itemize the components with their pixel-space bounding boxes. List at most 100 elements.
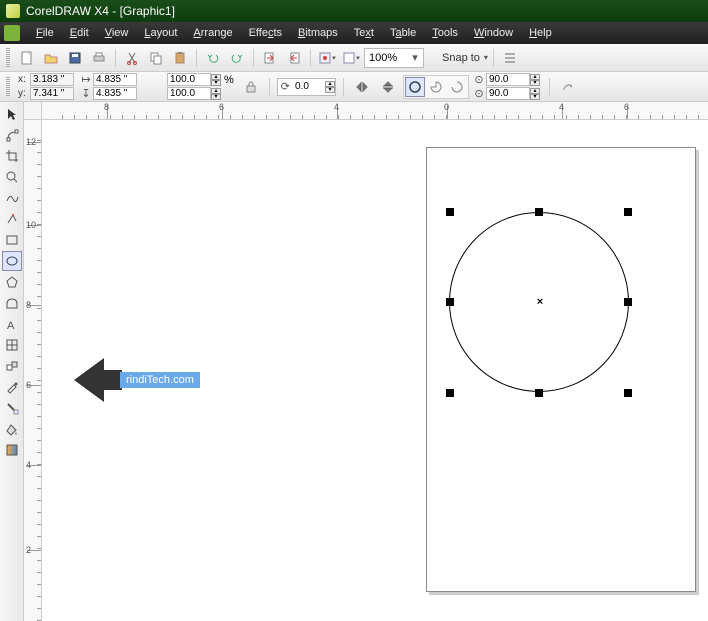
toolbar-grip[interactable] <box>6 48 10 68</box>
snap-label: Snap to <box>442 52 480 64</box>
ruler-v-label: 6 <box>26 380 31 390</box>
x-value[interactable]: 3.183 " <box>30 73 74 86</box>
ruler-v-label: 4 <box>26 460 31 470</box>
propbar-grip[interactable] <box>6 77 10 97</box>
x-label: x: <box>18 74 30 85</box>
zoom-dropdown-icon[interactable]: ▾ <box>409 51 421 64</box>
position-group: x:3.183 " y:7.341 " <box>18 73 74 101</box>
tool-interactive[interactable] <box>2 356 22 376</box>
y-value[interactable]: 7.341 " <box>30 87 74 100</box>
angle1-spinner[interactable]: ▴▾ <box>530 74 540 86</box>
handle-se[interactable] <box>624 389 632 397</box>
lock-ratio-button[interactable] <box>240 76 262 98</box>
tool-polygon[interactable] <box>2 272 22 292</box>
tool-eyedropper[interactable] <box>2 377 22 397</box>
cut-button[interactable] <box>121 47 143 69</box>
options-button[interactable] <box>499 47 521 69</box>
menu-layout[interactable]: Layout <box>136 24 185 42</box>
tool-outline[interactable] <box>2 398 22 418</box>
tool-pick[interactable] <box>2 104 22 124</box>
paste-button[interactable] <box>169 47 191 69</box>
menu-window[interactable]: Window <box>466 24 521 42</box>
import-button[interactable] <box>259 47 281 69</box>
ruler-corner[interactable] <box>24 102 42 120</box>
app-launcher-button[interactable]: ▾ <box>316 47 338 69</box>
scale-y[interactable]: 100.0 <box>167 87 211 100</box>
ellipse-pie-button[interactable] <box>426 77 446 97</box>
tool-ellipse[interactable] <box>2 251 22 271</box>
tool-fill[interactable] <box>2 419 22 439</box>
tool-rectangle[interactable] <box>2 230 22 250</box>
tool-crop[interactable] <box>2 146 22 166</box>
menu-help[interactable]: Help <box>521 24 560 42</box>
mirror-h-button[interactable] <box>351 76 373 98</box>
tool-freehand[interactable] <box>2 188 22 208</box>
menu-bar: File Edit View Layout Arrange Effects Bi… <box>0 22 708 44</box>
rotation-group[interactable]: ⟳ ▴▾ <box>277 78 336 96</box>
handle-s[interactable] <box>535 389 543 397</box>
ruler-horizontal[interactable]: 8640468 <box>42 102 708 120</box>
tool-text[interactable]: A <box>2 314 22 334</box>
angle2-spinner[interactable]: ▴▾ <box>530 88 540 100</box>
ruler-vertical[interactable]: 121086420 <box>24 120 42 621</box>
menu-text[interactable]: Text <box>346 24 382 42</box>
save-button[interactable] <box>64 47 86 69</box>
menu-tools[interactable]: Tools <box>424 24 466 42</box>
ellipse-full-button[interactable] <box>405 77 425 97</box>
handle-ne[interactable] <box>624 208 632 216</box>
snap-dropdown-icon[interactable]: ▾ <box>484 53 488 62</box>
ruler-h-label: 4 <box>334 102 339 112</box>
welcome-button[interactable]: ▾ <box>340 47 362 69</box>
zoom-combo[interactable]: ▾ <box>364 48 424 68</box>
scale-y-spinner[interactable]: ▴▾ <box>211 88 221 100</box>
percent-label-1: % <box>224 74 234 86</box>
app-menu-icon[interactable] <box>4 25 20 41</box>
mirror-v-button[interactable] <box>377 76 399 98</box>
tool-interactive-fill[interactable] <box>2 440 22 460</box>
zoom-input[interactable] <box>367 52 409 64</box>
menu-view[interactable]: View <box>97 24 137 42</box>
scale-x[interactable]: 100.0 <box>167 73 211 86</box>
tool-table[interactable] <box>2 335 22 355</box>
width-value[interactable]: 4.835 " <box>93 73 137 86</box>
ruler-h-label: 6 <box>624 102 629 112</box>
handle-center[interactable]: × <box>537 296 543 308</box>
rotation-value[interactable] <box>293 81 325 92</box>
tool-basic-shapes[interactable] <box>2 293 22 313</box>
ruler-h-label: 8 <box>104 102 109 112</box>
menu-arrange[interactable]: Arrange <box>185 24 240 42</box>
angle-start[interactable]: 90.0 <box>486 73 530 86</box>
menu-table[interactable]: Table <box>382 24 424 42</box>
menu-edit[interactable]: Edit <box>62 24 97 42</box>
height-value[interactable]: 4.835 " <box>93 87 137 100</box>
size-group: ↦4.835 " ↧4.835 " <box>80 73 137 101</box>
print-button[interactable] <box>88 47 110 69</box>
redo-button[interactable] <box>226 47 248 69</box>
ellipse-type-group <box>403 75 469 99</box>
handle-n[interactable] <box>535 208 543 216</box>
menu-file[interactable]: File <box>28 24 62 42</box>
canvas-area[interactable]: 8640468 121086420 × rindiTech.com <box>24 102 708 621</box>
undo-button[interactable] <box>202 47 224 69</box>
export-button[interactable] <box>283 47 305 69</box>
scale-x-spinner[interactable]: ▴▾ <box>211 74 221 86</box>
handle-w[interactable] <box>446 298 454 306</box>
workspace: A 8640468 121086420 × rindiTech.com <box>0 102 708 621</box>
menu-effects[interactable]: Effects <box>241 24 290 42</box>
tool-smart[interactable] <box>2 209 22 229</box>
ellipse-arc-button[interactable] <box>447 77 467 97</box>
tool-shape[interactable] <box>2 125 22 145</box>
rotation-spinner[interactable]: ▴▾ <box>325 81 335 93</box>
tool-zoom[interactable] <box>2 167 22 187</box>
title-bar: CorelDRAW X4 - [Graphic1] <box>0 0 708 22</box>
property-bar: x:3.183 " y:7.341 " ↦4.835 " ↧4.835 " 10… <box>0 72 708 102</box>
open-button[interactable] <box>40 47 62 69</box>
menu-bitmaps[interactable]: Bitmaps <box>290 24 346 42</box>
angle-end[interactable]: 90.0 <box>486 87 530 100</box>
handle-sw[interactable] <box>446 389 454 397</box>
arc-direction-button[interactable] <box>557 76 579 98</box>
handle-e[interactable] <box>624 298 632 306</box>
handle-nw[interactable] <box>446 208 454 216</box>
new-button[interactable] <box>16 47 38 69</box>
copy-button[interactable] <box>145 47 167 69</box>
